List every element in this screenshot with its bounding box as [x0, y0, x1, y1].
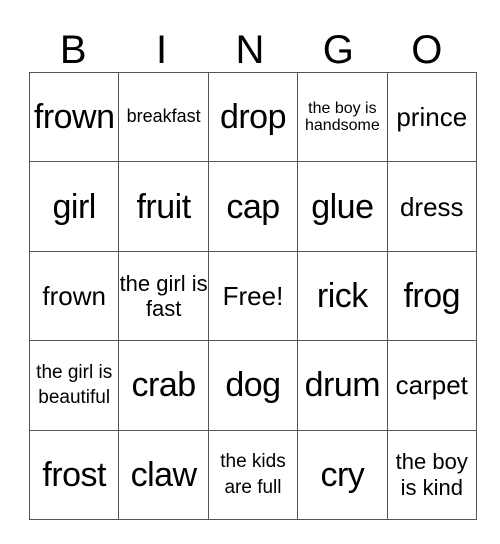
- bingo-cell-text: cap: [226, 187, 280, 226]
- bingo-grid: frown breakfast drop the boy is handsome pri…: [28, 71, 477, 520]
- header-letter-b: B: [59, 28, 87, 72]
- bingo-cell-text: drop: [219, 98, 287, 137]
- bingo-cell[interactable]: frown: [28, 250, 120, 342]
- bingo-cell-text: dress: [399, 191, 464, 222]
- bingo-cell[interactable]: cry: [297, 429, 388, 520]
- bingo-cell-text: frost: [42, 455, 106, 494]
- bingo-cell-text: frown: [33, 98, 115, 137]
- bingo-cell-text: Free!: [222, 280, 284, 311]
- bingo-cell[interactable]: cap: [207, 161, 299, 252]
- bingo-cell-text: girl: [52, 187, 97, 226]
- bingo-cell-text: rick: [316, 276, 368, 315]
- header-letter-o: O: [411, 28, 443, 72]
- bingo-cell-text: the boy is kind: [395, 449, 468, 500]
- bingo-cell-text: the girl is beautiful: [36, 361, 113, 409]
- bingo-cell[interactable]: fruit: [118, 161, 209, 252]
- bingo-cell-text: claw: [130, 455, 198, 494]
- bingo-header: B I N G O: [29, 28, 471, 72]
- bingo-cell[interactable]: crab: [118, 340, 209, 431]
- bingo-row: frown the girl is fast Free! rick frog: [28, 250, 477, 342]
- header-letter-n: N: [235, 28, 265, 72]
- bingo-row: frost claw the kids are full cry the boy is …: [28, 429, 477, 520]
- bingo-cell[interactable]: carpet: [386, 340, 477, 431]
- bingo-cell[interactable]: the boy is handsome: [297, 71, 388, 163]
- bingo-cell[interactable]: dog: [207, 340, 299, 431]
- bingo-row: frown breakfast drop the boy is handsome pri…: [28, 71, 477, 163]
- bingo-cell[interactable]: frost: [28, 429, 120, 520]
- bingo-cell-text: frown: [42, 280, 106, 311]
- bingo-cell-text: drum: [304, 366, 381, 405]
- bingo-cell[interactable]: glue: [297, 161, 388, 252]
- bingo-cell[interactable]: frog: [386, 250, 477, 342]
- bingo-cell[interactable]: drop: [207, 71, 299, 163]
- bingo-cell-text: carpet: [395, 370, 468, 401]
- bingo-cell[interactable]: the kids are full: [207, 429, 299, 520]
- bingo-cell[interactable]: rick: [297, 250, 388, 342]
- bingo-cell[interactable]: claw: [118, 429, 209, 520]
- bingo-cell-text: prince: [396, 102, 468, 133]
- bingo-cell[interactable]: prince: [386, 71, 477, 163]
- bingo-row: girl fruit cap glue dress: [28, 161, 477, 252]
- bingo-cell[interactable]: drum: [297, 340, 388, 431]
- bingo-cell-text: the boy is handsome: [305, 99, 380, 135]
- bingo-cell-text: the girl is fast: [119, 270, 208, 321]
- bingo-cell[interactable]: the boy is kind: [386, 429, 477, 520]
- bingo-cell[interactable]: the girl is beautiful: [28, 340, 120, 431]
- bingo-cell[interactable]: frown: [28, 71, 120, 163]
- bingo-cell-text: cry: [320, 455, 365, 494]
- header-letter-g: G: [322, 28, 354, 72]
- bingo-row: the girl is beautiful crab dog drum carpet: [28, 340, 477, 431]
- bingo-cell-text: fruit: [136, 187, 191, 226]
- bingo-cell-text: the kids are full: [220, 451, 286, 498]
- bingo-cell[interactable]: girl: [28, 161, 120, 252]
- bingo-cell-text: crab: [131, 366, 197, 405]
- bingo-cell[interactable]: Free!: [207, 250, 299, 342]
- bingo-cell-text: breakfast: [126, 106, 201, 127]
- bingo-cell-text: glue: [311, 187, 374, 226]
- bingo-cell-text: frog: [403, 276, 461, 315]
- header-letter-i: I: [156, 28, 168, 72]
- bingo-cell-text: dog: [225, 366, 281, 405]
- bingo-cell[interactable]: breakfast: [118, 71, 209, 163]
- bingo-cell[interactable]: the girl is fast: [118, 250, 209, 342]
- bingo-cell[interactable]: dress: [386, 161, 477, 252]
